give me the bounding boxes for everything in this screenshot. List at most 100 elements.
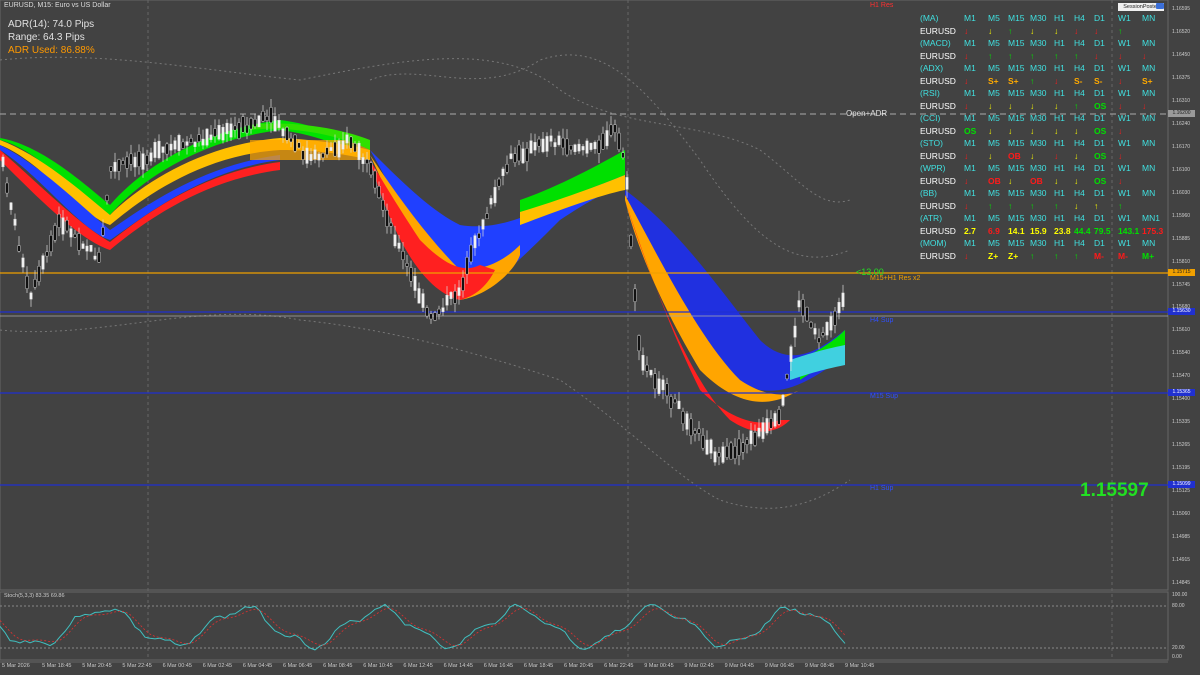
timeframe-header: W1 [1118, 63, 1131, 73]
candle-body [825, 322, 829, 336]
price-tick-label: 1.15400 [1172, 396, 1191, 403]
timeframe-header: H4 [1074, 63, 1085, 73]
timeframe-header: M30 [1030, 138, 1047, 148]
candle-body [301, 150, 305, 160]
timeframe-header: M15 [1008, 163, 1025, 173]
candle-body [253, 119, 257, 127]
timeframe-header: M15 [1008, 63, 1025, 73]
time-tick-label: 9 Mar 02:45 [684, 663, 714, 669]
price-tick-label: 1.15610 [1172, 327, 1191, 334]
time-tick-label: 6 Mar 20:45 [564, 663, 594, 669]
timeframe-header: M1 [964, 238, 976, 248]
candle-body [733, 445, 737, 459]
adr-info-panel: ADR(14): 74.0 Pips Range: 64.3 Pips ADR … [8, 18, 95, 57]
candle-body [121, 160, 125, 165]
timeframe-header: H1 [1054, 13, 1065, 23]
time-tick-label: 5 Mar 2026 [2, 663, 30, 669]
candle-body [257, 115, 261, 128]
candle-body [741, 442, 745, 453]
timeframe-header: MN1 [1142, 213, 1160, 223]
indicator-signal: ↑ [1054, 200, 1059, 211]
chart-symbol-title: EURUSD, M15: Euro vs US Dollar [4, 2, 111, 9]
candle-body [801, 299, 805, 316]
candle-body [137, 151, 141, 168]
candle-body [293, 134, 297, 152]
candle-body [373, 170, 377, 189]
candle-body [689, 418, 693, 437]
price-tick-label: 1.16030 [1172, 189, 1191, 196]
candle-body [501, 168, 505, 176]
candle-body [73, 233, 77, 238]
price-tick-label: 1.16595 [1172, 6, 1191, 12]
indicator-signal: S+ [1142, 75, 1153, 86]
candle-body [745, 439, 749, 445]
indicator-signal: OS [1094, 100, 1107, 111]
indicator-signal: ↓ [1118, 50, 1123, 61]
timeframe-header: M1 [964, 88, 976, 98]
candle-body [129, 153, 133, 165]
indicator-signal: 14.1 [1008, 225, 1025, 236]
time-tick-label: 6 Mar 02:45 [202, 663, 233, 669]
price-tick-label: 1.15810 [1172, 258, 1191, 265]
candle-body [485, 213, 489, 220]
indicator-signal: ↓ [1054, 100, 1059, 111]
candle-body [401, 251, 405, 260]
timeframe-header: M30 [1030, 188, 1047, 198]
timeframe-header: M30 [1030, 63, 1047, 73]
timeframe-header: W1 [1118, 163, 1131, 173]
price-tick-label: 1.16240 [1172, 120, 1191, 127]
candle-body [737, 438, 741, 456]
time-tick-label: 9 Mar 04:45 [724, 663, 754, 669]
indicator-signal: ↓ [1118, 75, 1123, 86]
indicator-signal: M+ [1142, 250, 1155, 261]
time-tick-label: 6 Mar 16:45 [483, 663, 514, 669]
candle-body [45, 251, 49, 257]
indicator-name: (CCI) [920, 113, 941, 123]
candle-body [417, 288, 421, 304]
timeframe-header: M1 [964, 213, 976, 223]
candle-body [717, 452, 721, 458]
timeframe-header: M15 [1008, 38, 1025, 48]
indicator-name: (RSI) [920, 88, 940, 98]
indicator-name: (MA) [920, 13, 939, 23]
indicator-signal: ↑ [988, 50, 993, 61]
price-tick-label: 1.16170 [1172, 143, 1191, 150]
symbol-label: EURUSD [920, 100, 956, 111]
time-tick-label: 6 Mar 10:45 [363, 663, 393, 669]
candle-body [385, 210, 389, 227]
candle-body [581, 146, 585, 151]
indicator-signal: ↓ [1030, 125, 1035, 136]
indicator-signal: 2.7 [964, 225, 976, 236]
indicator-signal: S- [1074, 75, 1083, 86]
price-tick-label: 1.15060 [1172, 511, 1191, 518]
time-tick-label: 5 Mar 22:45 [122, 663, 152, 669]
candle-body [141, 153, 145, 170]
candle-body [597, 139, 601, 154]
price-box-h4-sup: 1.15630 [1168, 308, 1195, 315]
candle-body [329, 147, 333, 151]
price-chart[interactable] [0, 0, 1200, 675]
stoch-level-20: 20.00 [1172, 645, 1185, 651]
price-tick-label: 1.14845 [1172, 580, 1191, 586]
candle-body [537, 138, 541, 147]
candle-body [249, 118, 253, 130]
candle-body [669, 396, 673, 409]
candle-body [333, 141, 337, 157]
candle-body [41, 255, 45, 270]
candle-body [313, 149, 317, 160]
candle-body [213, 128, 217, 137]
candle-body [65, 220, 69, 232]
candle-body [553, 142, 557, 148]
price-tick-label: 1.15195 [1172, 465, 1191, 472]
candle-body [289, 137, 293, 143]
timeframe-header: M15 [1008, 13, 1025, 23]
sessions-icon[interactable] [1156, 3, 1164, 9]
candle-body [29, 292, 33, 300]
symbol-label: EURUSD [920, 225, 956, 236]
price-tick-label: 1.16450 [1172, 51, 1191, 58]
timeframe-header: MN [1142, 13, 1156, 23]
candle-body [365, 159, 369, 164]
candle-body [177, 135, 181, 151]
price-tick-label: 1.16100 [1172, 166, 1191, 173]
time-tick-label: 9 Mar 00:45 [644, 663, 674, 669]
